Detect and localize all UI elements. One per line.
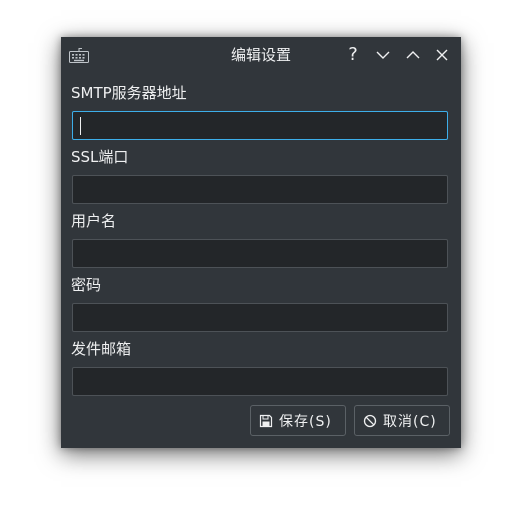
sender-email-label: 发件邮箱 [71, 340, 132, 358]
close-button[interactable] [431, 44, 453, 66]
username-input[interactable] [72, 239, 448, 268]
password-input[interactable] [72, 303, 448, 332]
text-cursor [80, 117, 81, 135]
chevron-down-icon [376, 51, 390, 59]
no-entry-icon [363, 414, 377, 427]
save-button-label: 保存(S) [279, 413, 332, 430]
window-title: 编辑设置 [230, 46, 291, 64]
smtp-server-input[interactable] [72, 111, 448, 140]
floppy-disk-icon [259, 414, 273, 427]
smtp-server-label: SMTP服务器地址 [71, 84, 187, 102]
save-button[interactable]: 保存(S) [250, 405, 346, 436]
title-bar[interactable]: 编辑设置 ? [61, 37, 461, 73]
ssl-port-label: SSL端口 [71, 148, 129, 166]
cancel-button[interactable]: 取消(C) [354, 405, 450, 436]
help-button[interactable]: ? [342, 44, 364, 66]
close-icon [436, 49, 448, 61]
cancel-button-label: 取消(C) [383, 413, 437, 430]
chevron-up-icon [406, 51, 420, 59]
maximize-button[interactable] [402, 44, 424, 66]
ssl-port-input[interactable] [72, 175, 448, 204]
edit-settings-dialog: 编辑设置 ? SMTP服务器地址 SSL端口 用户名 密码 发件邮箱 保存(S)… [61, 37, 461, 448]
sender-email-input[interactable] [72, 367, 448, 396]
username-label: 用户名 [71, 212, 117, 230]
minimize-button[interactable] [372, 44, 394, 66]
password-label: 密码 [71, 276, 102, 294]
